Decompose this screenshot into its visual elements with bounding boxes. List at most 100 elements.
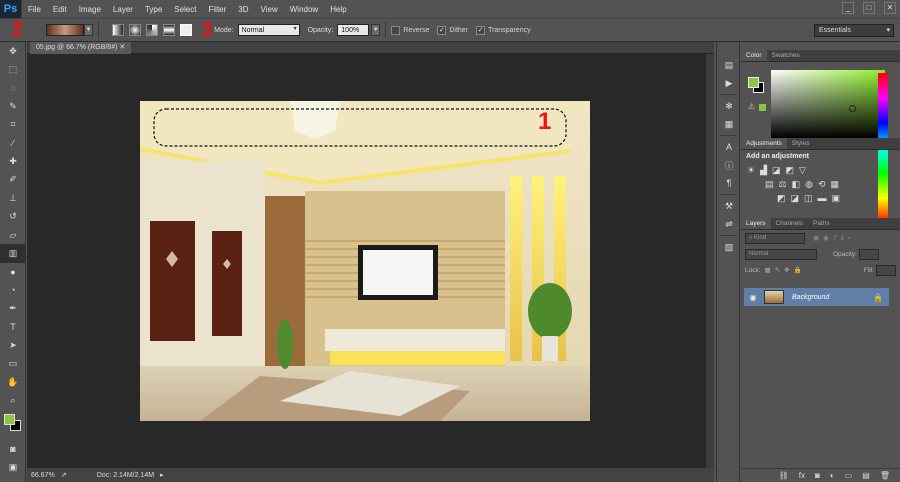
zoom-tool-icon[interactable]: ⌕ <box>0 391 26 409</box>
workspace-select[interactable]: Essentials ▾ <box>814 24 894 37</box>
adjustments-icon[interactable]: ⇌ <box>717 215 741 233</box>
dither-option[interactable]: ✓ Dither <box>437 25 468 35</box>
menu-edit[interactable]: Edit <box>47 5 73 14</box>
vibrance-icon[interactable]: ▽ <box>799 165 806 176</box>
reverse-checkbox[interactable] <box>391 25 401 35</box>
crop-tool-icon[interactable]: ⌗ <box>0 116 26 134</box>
fill-field[interactable] <box>876 264 896 276</box>
gradient-picker-dropdown[interactable]: ▼ <box>84 24 93 36</box>
image-canvas[interactable]: 1 <box>140 101 590 421</box>
transparency-checkbox[interactable]: ✓ <box>476 25 486 35</box>
export-icon[interactable]: ⇗ <box>61 471 67 479</box>
clone-stamp-tool-icon[interactable]: ⊥ <box>0 189 26 207</box>
layer-kind-select[interactable]: ⌕ Kind <box>745 232 805 244</box>
color-field[interactable] <box>771 70 885 138</box>
hue-saturation-icon[interactable]: ▤ <box>765 179 774 190</box>
mode-select[interactable]: Normal ▾ <box>237 24 300 36</box>
maximize-button[interactable]: □ <box>863 2 875 14</box>
tab-styles[interactable]: Styles <box>787 138 815 149</box>
menu-image[interactable]: Image <box>73 5 107 14</box>
gradient-map-icon[interactable]: ▬ <box>818 193 827 204</box>
doc-size[interactable]: Doc: 2.14M/2.14M <box>97 472 154 479</box>
layer-name[interactable]: Background <box>792 294 829 301</box>
linear-gradient-button[interactable] <box>112 24 124 36</box>
history-brush-tool-icon[interactable]: ↺ <box>0 208 26 226</box>
link-layers-icon[interactable]: ⛓ <box>779 471 789 480</box>
color-balance-icon[interactable]: ⚖ <box>779 179 787 190</box>
tab-swatches[interactable]: Swatches <box>767 50 805 61</box>
posterize-icon[interactable]: ◪ <box>791 193 800 204</box>
layer-row-background[interactable]: ◉ Background 🔒 <box>744 288 889 306</box>
fx-icon[interactable]: fx <box>799 471 805 480</box>
gradient-tool-icon[interactable]: ▥ <box>0 244 26 263</box>
chevron-right-icon[interactable]: ▸ <box>160 471 164 479</box>
tab-color[interactable]: Color <box>741 50 767 61</box>
exposure-icon[interactable]: ◩ <box>786 165 795 176</box>
menu-select[interactable]: Select <box>168 5 202 14</box>
diamond-gradient-button[interactable] <box>180 24 192 36</box>
invert-icon[interactable]: ◩ <box>777 193 786 204</box>
menu-file[interactable]: File <box>22 5 47 14</box>
marquee-tool-icon[interactable]: ⬚ <box>0 60 26 78</box>
document-tab[interactable]: 05.jpg @ 66.7% (RGB/8#) ✕ <box>30 42 132 54</box>
brightness-icon[interactable]: ☀ <box>747 165 755 176</box>
menu-view[interactable]: View <box>255 5 284 14</box>
menu-type[interactable]: Type <box>139 5 168 14</box>
screen-mode-icon[interactable]: ▣ <box>0 458 26 476</box>
foreground-color-swatch[interactable] <box>4 413 15 425</box>
opacity-field[interactable]: 100% <box>337 24 370 36</box>
minimize-button[interactable]: _ <box>842 2 854 14</box>
zoom-level[interactable]: 66.67% <box>31 472 55 479</box>
color-lookup-icon[interactable]: ▦ <box>831 179 840 190</box>
photo-filter-icon[interactable]: ◍ <box>805 179 813 190</box>
info-panel-icon[interactable]: ⓘ <box>717 156 741 174</box>
quick-select-tool-icon[interactable]: ✎ <box>0 97 26 115</box>
levels-icon[interactable]: ▟ <box>760 165 767 176</box>
tab-paths[interactable]: Paths <box>808 218 835 229</box>
angle-gradient-button[interactable] <box>146 24 158 36</box>
dither-checkbox[interactable]: ✓ <box>437 25 447 35</box>
menu-filter[interactable]: Filter <box>203 5 233 14</box>
dodge-tool-icon[interactable]: ◔ <box>0 281 26 299</box>
tab-adjustments[interactable]: Adjustments <box>741 138 787 149</box>
threshold-icon[interactable]: ◫ <box>804 193 813 204</box>
actions-panel-icon[interactable]: ▶ <box>717 74 741 92</box>
adjustment-layer-icon[interactable]: ◐ <box>830 471 835 480</box>
selective-color-icon[interactable]: ▣ <box>832 193 841 204</box>
brush-settings-icon[interactable]: ✻ <box>717 97 741 115</box>
path-select-tool-icon[interactable]: ➤ <box>0 336 26 354</box>
new-layer-icon[interactable]: ▤ <box>862 471 870 480</box>
quick-mask-icon[interactable]: ◙ <box>0 440 26 458</box>
web-safe-swatch[interactable] <box>759 104 766 111</box>
opacity-dropdown[interactable]: ▼ <box>371 24 381 36</box>
close-button[interactable]: ✕ <box>884 2 896 14</box>
filter-icons[interactable]: ▣◉TⅡ▪ <box>813 234 854 242</box>
group-icon[interactable]: ▭ <box>845 471 853 480</box>
vertical-scrollbar[interactable] <box>706 54 714 468</box>
color-picker-marker[interactable] <box>849 105 856 112</box>
close-icon[interactable]: ✕ <box>119 44 125 51</box>
history-panel-icon[interactable]: ▤ <box>717 56 741 74</box>
black-white-icon[interactable]: ◧ <box>792 179 801 190</box>
type-tool-icon[interactable]: T <box>0 318 26 336</box>
menu-window[interactable]: Window <box>284 5 324 14</box>
eye-icon[interactable]: ◉ <box>744 293 762 302</box>
tab-channels[interactable]: Channels <box>771 218 808 229</box>
move-tool-icon[interactable]: ✥ <box>0 42 26 60</box>
tab-layers[interactable]: Layers <box>741 218 771 229</box>
gradient-preview[interactable] <box>46 24 84 36</box>
channel-mixer-icon[interactable]: ⟲ <box>818 179 826 190</box>
transparency-option[interactable]: ✓ Transparency <box>476 25 531 35</box>
reflected-gradient-button[interactable] <box>163 24 175 36</box>
menu-layer[interactable]: Layer <box>107 5 139 14</box>
blur-tool-icon[interactable]: ● <box>0 263 26 281</box>
brush-presets-icon[interactable]: ▦ <box>717 115 741 133</box>
hand-tool-icon[interactable]: ✋ <box>0 373 26 391</box>
pen-tool-icon[interactable]: ✒ <box>0 299 26 317</box>
radial-gradient-button[interactable] <box>129 24 141 36</box>
add-mask-icon[interactable]: ◙ <box>815 471 820 480</box>
character-panel-icon[interactable]: A <box>717 138 741 156</box>
reverse-option[interactable]: Reverse <box>391 25 429 35</box>
lasso-tool-icon[interactable]: ◌ <box>0 79 26 97</box>
brush-tool-icon[interactable]: ✐ <box>0 171 26 189</box>
